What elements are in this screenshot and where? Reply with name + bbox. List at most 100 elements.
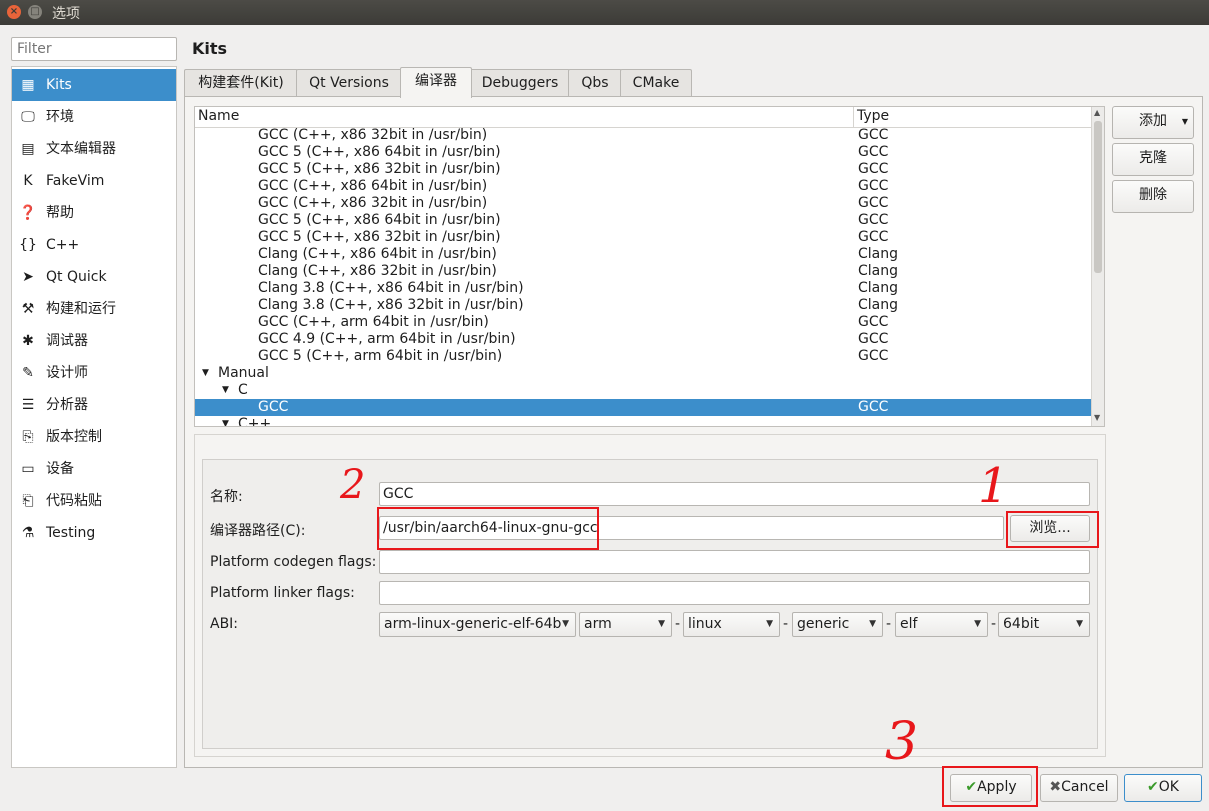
sidebar-item-testing[interactable]: ⚗ Testing bbox=[12, 517, 176, 549]
abi-format-combo[interactable]: elf ▼ bbox=[895, 612, 988, 637]
sidebar-item--[interactable]: ⚒ 构建和运行 bbox=[12, 293, 176, 325]
page-title: Kits bbox=[192, 39, 228, 58]
bug-icon: ✱ bbox=[22, 333, 34, 349]
tree-row[interactable]: GCC 5 (C++, x86 32bit in /usr/bin) GCC bbox=[195, 229, 1091, 246]
tree-row-type: Clang bbox=[858, 297, 899, 313]
name-label: 名称: bbox=[210, 489, 243, 505]
tab-compilers[interactable]: 编译器 bbox=[400, 67, 472, 98]
tree-row-type: GCC bbox=[858, 314, 889, 330]
tree-row[interactable]: GCC 5 (C++, arm 64bit in /usr/bin) GCC bbox=[195, 348, 1091, 365]
sidebar-item-fakevim[interactable]: K FakeVim bbox=[12, 165, 176, 197]
sidebar-item--[interactable]: ⎘ 版本控制 bbox=[12, 421, 176, 453]
tab-kits[interactable]: 构建套件(Kit) bbox=[184, 69, 298, 97]
tab-debuggers[interactable]: Debuggers bbox=[470, 69, 570, 97]
tree-row[interactable]: GCC (C++, arm 64bit in /usr/bin) GCC bbox=[195, 314, 1091, 331]
tree-row[interactable]: GCC 5 (C++, x86 32bit in /usr/bin) GCC bbox=[195, 161, 1091, 178]
codegen-flags-label: Platform codegen flags: bbox=[210, 554, 377, 570]
abi-arch-combo[interactable]: arm ▼ bbox=[579, 612, 672, 637]
dropdown-arrow-icon: ▼ bbox=[1076, 619, 1083, 629]
annotation-number-one: 1 bbox=[978, 458, 1009, 514]
tree-row-name: GCC 5 (C++, arm 64bit in /usr/bin) bbox=[258, 348, 503, 364]
scroll-up-icon[interactable]: ▲ bbox=[1094, 108, 1100, 117]
abi-separator: - bbox=[783, 616, 789, 632]
expand-arrow-icon[interactable]: ▼ bbox=[222, 416, 229, 426]
sidebar-item--[interactable]: ✱ 调试器 bbox=[12, 325, 176, 357]
tree-row-cpp[interactable]: ▼ C++ bbox=[195, 416, 1091, 426]
cancel-button[interactable]: ✖Cancel bbox=[1040, 774, 1118, 802]
sidebar-item-label: 环境 bbox=[46, 109, 74, 125]
tree-row-type: GCC bbox=[858, 178, 889, 194]
tree-row[interactable]: GCC (C++, x86 64bit in /usr/bin) GCC bbox=[195, 178, 1091, 195]
sidebar-item-label: FakeVim bbox=[46, 173, 105, 189]
remove-button[interactable]: 删除 bbox=[1112, 180, 1194, 213]
sidebar-item--[interactable]: ✎ 设计师 bbox=[12, 357, 176, 389]
category-list: ▦ Kits 🖵 环境 ▤ 文本编辑器 K FakeVim ❓ 帮助 {} C++ ➤ Qt Quick ⚒… bbox=[11, 66, 177, 768]
abi-format-value: elf bbox=[900, 616, 918, 632]
sidebar-item-label: 分析器 bbox=[46, 397, 88, 413]
sidebar-item-kits[interactable]: ▦ Kits bbox=[12, 69, 176, 101]
linker-flags-field[interactable] bbox=[379, 581, 1090, 605]
abi-width-combo[interactable]: 64bit ▼ bbox=[998, 612, 1090, 637]
ok-button[interactable]: ✔OK bbox=[1124, 774, 1202, 802]
tree-row[interactable]: GCC (C++, x86 32bit in /usr/bin) GCC bbox=[195, 127, 1091, 144]
codegen-flags-field[interactable] bbox=[379, 550, 1090, 574]
tree-row-type: Clang bbox=[858, 246, 899, 262]
abi-combo[interactable]: arm-linux-generic-elf-64b ▼ bbox=[379, 612, 576, 637]
sidebar-item--[interactable]: ⎗ 代码粘贴 bbox=[12, 485, 176, 517]
dropdown-arrow-icon: ▼ bbox=[562, 619, 569, 629]
abi-width-value: 64bit bbox=[1003, 616, 1040, 632]
sidebar-item-qt-quick[interactable]: ➤ Qt Quick bbox=[12, 261, 176, 293]
tree-row[interactable]: GCC 5 (C++, x86 64bit in /usr/bin) GCC bbox=[195, 144, 1091, 161]
sidebar-item-c-[interactable]: {} C++ bbox=[12, 229, 176, 261]
hammer-icon: ⚒ bbox=[21, 301, 35, 317]
tree-row[interactable]: Clang (C++, x86 32bit in /usr/bin) Clang bbox=[195, 263, 1091, 280]
filter-input[interactable] bbox=[11, 37, 177, 61]
abi-separator: - bbox=[991, 616, 997, 632]
scroll-down-icon[interactable]: ▼ bbox=[1094, 413, 1100, 422]
sidebar-item--[interactable]: ▭ 设备 bbox=[12, 453, 176, 485]
compiler-tree[interactable]: Name Type GCC (C++, x86 32bit in /usr/bi… bbox=[194, 106, 1105, 427]
tab-qbs[interactable]: Qbs bbox=[568, 69, 622, 97]
tree-row-name: GCC 5 (C++, x86 64bit in /usr/bin) bbox=[258, 212, 501, 228]
tab-qt-versions[interactable]: Qt Versions bbox=[296, 69, 402, 97]
column-name-header[interactable]: Name bbox=[198, 108, 239, 124]
tree-row-type: GCC bbox=[858, 331, 889, 347]
clone-button[interactable]: 克隆 bbox=[1112, 143, 1194, 176]
annotation-box-apply bbox=[942, 766, 1038, 807]
sidebar-item-label: 设备 bbox=[46, 461, 74, 477]
abi-flavor-combo[interactable]: generic ▼ bbox=[792, 612, 883, 637]
tree-scrollbar[interactable]: ▲ ▼ bbox=[1091, 107, 1104, 426]
tree-row-name: Clang (C++, x86 32bit in /usr/bin) bbox=[258, 263, 497, 279]
tree-row[interactable]: Clang 3.8 (C++, x86 64bit in /usr/bin) Cl… bbox=[195, 280, 1091, 297]
device-icon: ▭ bbox=[21, 461, 35, 477]
tab-cmake[interactable]: CMake bbox=[620, 69, 692, 97]
tree-row-manual[interactable]: ▼ Manual bbox=[195, 365, 1091, 382]
sidebar-item--[interactable]: ☰ 分析器 bbox=[12, 389, 176, 421]
maximize-icon[interactable]: □ bbox=[28, 5, 42, 19]
tree-row[interactable]: GCC 4.9 (C++, arm 64bit in /usr/bin) GCC bbox=[195, 331, 1091, 348]
column-type-header[interactable]: Type bbox=[857, 108, 889, 124]
compiler-path-label: 编译器路径(C): bbox=[210, 523, 306, 539]
header-separator bbox=[853, 107, 854, 127]
close-icon[interactable]: × bbox=[7, 5, 21, 19]
tree-row[interactable]: Clang 3.8 (C++, x86 32bit in /usr/bin) Cl… bbox=[195, 297, 1091, 314]
tree-row-c[interactable]: ▼ C bbox=[195, 382, 1091, 399]
sidebar-item--[interactable]: 🖵 环境 bbox=[12, 101, 176, 133]
add-button[interactable]: 添加 ▼ bbox=[1112, 106, 1194, 139]
expand-arrow-icon[interactable]: ▼ bbox=[202, 365, 209, 382]
sidebar-item-label: C++ bbox=[46, 237, 80, 253]
tree-row-type: GCC bbox=[858, 348, 889, 364]
sidebar-item--[interactable]: ❓ 帮助 bbox=[12, 197, 176, 229]
tree-row[interactable]: Clang (C++, x86 64bit in /usr/bin) Clang bbox=[195, 246, 1091, 263]
tree-row[interactable]: GCC (C++, x86 32bit in /usr/bin) GCC bbox=[195, 195, 1091, 212]
abi-os-combo[interactable]: linux ▼ bbox=[683, 612, 780, 637]
tree-row-type: GCC bbox=[858, 161, 889, 177]
scrollbar-thumb[interactable] bbox=[1094, 121, 1102, 273]
tree-row-label: C bbox=[238, 382, 248, 398]
tree-row-selected[interactable]: GCC GCC bbox=[195, 399, 1091, 416]
tree-row-type: GCC bbox=[858, 229, 889, 245]
abi-label: ABI: bbox=[210, 616, 239, 632]
expand-arrow-icon[interactable]: ▼ bbox=[222, 382, 229, 399]
sidebar-item--[interactable]: ▤ 文本编辑器 bbox=[12, 133, 176, 165]
tree-row[interactable]: GCC 5 (C++, x86 64bit in /usr/bin) GCC bbox=[195, 212, 1091, 229]
